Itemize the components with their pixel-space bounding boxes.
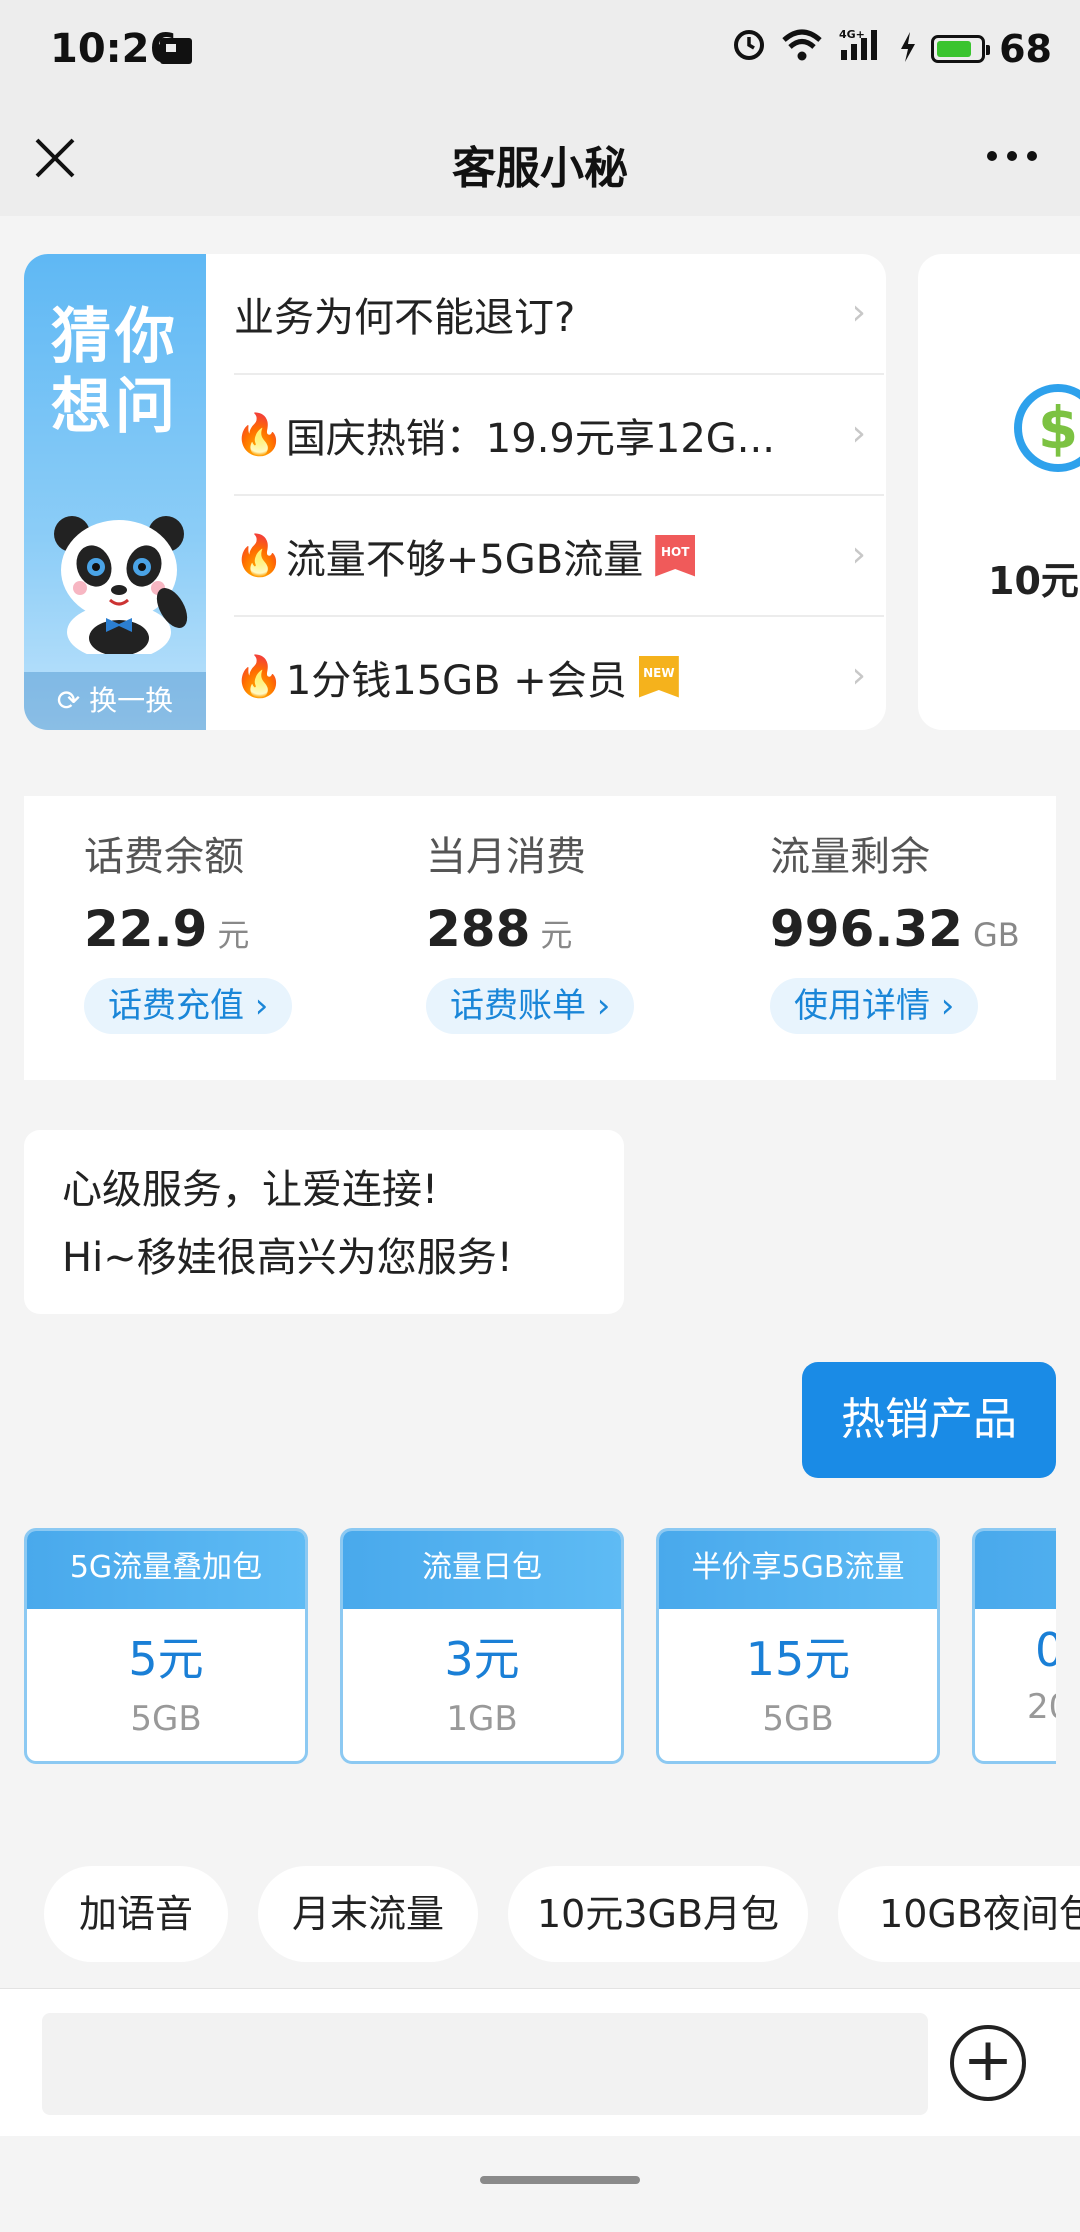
faq-item-text: 国庆热销：19.9元享12G... <box>285 415 775 462</box>
battery-icon <box>931 34 991 63</box>
product-name: 5G流量叠加包 <box>27 1531 305 1609</box>
close-button[interactable] <box>30 128 80 188</box>
panda-mascot-icon <box>44 504 194 660</box>
product-size: 1GB <box>446 1699 518 1739</box>
promo-card-text: 10元 <box>988 559 1079 603</box>
product-card[interactable]: 5G流量叠加包 5元 5GB <box>24 1528 308 1764</box>
home-indicator[interactable] <box>480 2176 640 2184</box>
quick-reply-chip[interactable]: 10元3GB月包 <box>508 1866 808 1962</box>
recharge-button[interactable]: 话费充值 › <box>84 978 293 1034</box>
bot-message-line: Hi~移娃很高兴为您服务! <box>62 1235 513 1281</box>
more-button[interactable] <box>984 124 1040 196</box>
page-title: 客服小秘 <box>452 143 628 194</box>
dollar-icon: $ <box>1014 384 1080 472</box>
product-price: 3元 <box>444 1632 520 1686</box>
quick-reply-chip[interactable]: 加语音 <box>44 1866 228 1962</box>
new-badge: NEW <box>638 655 679 698</box>
balance-value: 22.9 元 <box>84 900 250 958</box>
balance-column: 话费余额 22.9 元 话费充值 › <box>84 824 404 1034</box>
product-price: 5元 <box>128 1632 204 1686</box>
message-icon <box>160 38 192 64</box>
refresh-button[interactable]: ⟳ 换一换 <box>24 672 206 730</box>
close-icon <box>35 138 75 178</box>
status-icons: 4G+ 68 <box>731 26 1052 71</box>
user-message: 热销产品 <box>802 1362 1056 1478</box>
title-bar: 客服小秘 <box>0 108 1080 216</box>
data-remaining-unit: GB <box>972 916 1020 954</box>
battery-level: 68 <box>999 26 1052 71</box>
usage-details-button[interactable]: 使用详情 › <box>770 978 979 1034</box>
alarm-icon <box>731 26 767 71</box>
fire-icon: 🔥 <box>234 533 284 579</box>
faq-banner: 猜你想问 ⟳ 换一换 <box>24 254 206 730</box>
bot-message-line: 心级服务，让爱连接! <box>62 1167 439 1213</box>
faq-title: 猜你想问 <box>51 302 179 442</box>
charging-icon <box>899 27 917 71</box>
faq-list: 业务为何不能退订? › 🔥 国庆热销：19.9元享12G... › 🔥 流量不够… <box>234 254 884 730</box>
signal-icon: 4G+ <box>837 26 885 71</box>
status-bar: 10:26 4G+ 68 <box>0 0 1080 108</box>
product-carousel: 5G流量叠加包 5元 5GB 流量日包 3元 1GB 半价享5GB流量 15元 … <box>24 1528 1056 1768</box>
faq-item[interactable]: 🔥 流量不够+5GB流量 HOT › <box>234 496 884 617</box>
faq-item[interactable]: 🔥 1分钱15GB +会员 NEW › <box>234 617 884 730</box>
product-name: 流量日包 <box>343 1531 621 1609</box>
status-time: 10:26 <box>50 26 178 72</box>
balance-label: 话费余额 <box>84 834 244 880</box>
faq-item-text: 流量不够+5GB流量 <box>285 536 644 583</box>
product-card[interactable]: 半价享5GB流量 15元 5GB <box>656 1528 940 1764</box>
product-name <box>975 1531 1056 1609</box>
product-name: 半价享5GB流量 <box>659 1531 937 1609</box>
bill-button[interactable]: 话费账单 › <box>426 978 635 1034</box>
fire-icon: 🔥 <box>234 654 284 700</box>
faq-item-text: 业务为何不能退订? <box>234 294 576 341</box>
balance-unit: 元 <box>217 916 250 954</box>
monthly-spend-unit: 元 <box>540 916 573 954</box>
refresh-icon: ⟳ <box>56 684 81 717</box>
chevron-right-icon: › <box>851 534 866 575</box>
input-bar: + <box>0 1988 1080 2137</box>
refresh-label: 换一换 <box>89 684 174 717</box>
fire-icon: 🔥 <box>234 412 284 458</box>
wifi-icon <box>781 27 823 71</box>
quick-replies: 加语音 月末流量 10元3GB月包 10GB夜间包 <box>44 1866 1080 1966</box>
more-icon <box>987 151 1037 161</box>
product-size: 5GB <box>130 1699 202 1739</box>
quick-reply-chip[interactable]: 月末流量 <box>258 1866 478 1962</box>
product-card[interactable]: 流量日包 3元 1GB <box>340 1528 624 1764</box>
account-summary: 话费余额 22.9 元 话费充值 › 当月消费 288 元 话费账单 › 流量剩余 … <box>24 796 1056 1080</box>
promo-card[interactable]: $ 10元 <box>918 254 1080 730</box>
chevron-right-icon: › <box>851 292 866 333</box>
plus-circle-icon[interactable]: + <box>950 2025 1026 2101</box>
message-input[interactable] <box>42 2013 928 2115</box>
monthly-spend-label: 当月消费 <box>426 834 586 880</box>
data-remaining-column: 流量剩余 996.32 GB 使用详情 › <box>770 824 1080 1034</box>
faq-item-text: 1分钱15GB +会员 <box>285 657 627 704</box>
product-size: 20 <box>1027 1687 1056 1727</box>
product-price: 0 <box>975 1623 1056 1677</box>
faq-card: 猜你想问 ⟳ 换一换 业务为何不能退订? › 🔥 国庆热销：19.9元享12G.… <box>24 254 886 730</box>
product-size: 5GB <box>762 1699 834 1739</box>
product-price: 15元 <box>745 1632 851 1686</box>
data-remaining-value: 996.32 GB <box>770 900 1020 958</box>
chevron-right-icon: › <box>851 413 866 454</box>
product-card[interactable]: 0 20 <box>972 1528 1056 1764</box>
system-nav-bar <box>0 2136 1080 2232</box>
monthly-spend-value: 288 元 <box>426 900 573 958</box>
bot-message: 心级服务，让爱连接! Hi~移娃很高兴为您服务! <box>24 1130 624 1314</box>
data-remaining-label: 流量剩余 <box>770 834 930 880</box>
quick-reply-chip[interactable]: 10GB夜间包 <box>838 1866 1080 1962</box>
chevron-right-icon: › <box>851 655 866 696</box>
faq-item[interactable]: 业务为何不能退订? › <box>234 254 884 375</box>
hot-badge: HOT <box>655 534 696 577</box>
monthly-spend-column: 当月消费 288 元 话费账单 › <box>426 824 746 1034</box>
faq-item[interactable]: 🔥 国庆热销：19.9元享12G... › <box>234 375 884 496</box>
